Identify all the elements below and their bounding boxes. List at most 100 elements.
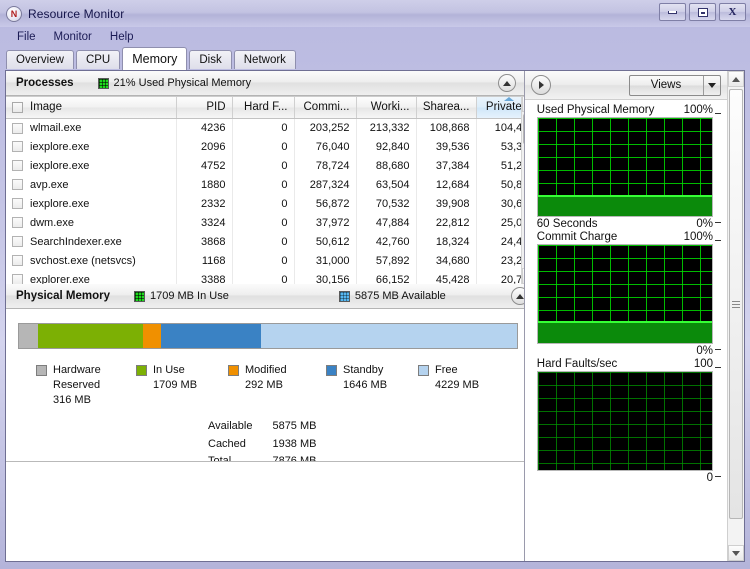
summary-label: Cached — [208, 437, 246, 450]
process-name: iexplore.exe — [30, 159, 90, 172]
physical-memory-collapse-button[interactable] — [511, 287, 524, 305]
memory-segment-in-use — [38, 324, 143, 348]
row-checkbox[interactable] — [12, 179, 23, 190]
panel-scroll-up-button[interactable] — [728, 71, 744, 87]
table-row[interactable]: avp.exe 18800287,32463,50412,68450,820 — [6, 175, 521, 194]
column-header-shareable[interactable]: Sharea... — [416, 97, 477, 119]
cell-private: 53,304 — [476, 137, 521, 156]
panel-scrollbar[interactable] — [727, 71, 744, 561]
cell-hard-faults: 0 — [232, 232, 295, 251]
minimize-button[interactable] — [659, 3, 686, 21]
panel-scroll-down-button[interactable] — [728, 545, 744, 561]
row-checkbox[interactable] — [12, 122, 23, 134]
available-label: 5875 MB Available — [354, 290, 446, 302]
menu-item-monitor[interactable]: Monitor — [45, 29, 101, 45]
cell-pid: 2332 — [176, 194, 233, 213]
tab-disk[interactable]: Disk — [189, 50, 232, 69]
row-checkbox[interactable] — [12, 160, 23, 171]
tab-overview[interactable]: Overview — [6, 50, 74, 69]
cell-commit: 203,252 — [294, 118, 357, 137]
process-name: avp.exe — [30, 178, 69, 191]
table-row[interactable]: iexplore.exe 2096076,04092,84039,53653,30… — [6, 137, 521, 156]
row-checkbox[interactable] — [12, 274, 23, 284]
row-checkbox[interactable] — [12, 255, 23, 266]
cell-image: wlmail.exe — [6, 118, 177, 137]
column-header-image[interactable]: Image — [6, 97, 177, 119]
column-header-commit[interactable]: Commi... — [294, 97, 357, 119]
processes-status: 21% Used Physical Memory — [97, 77, 251, 89]
window-controls: X — [659, 3, 746, 21]
cell-commit: 31,000 — [294, 251, 357, 270]
column-header-hard-faults[interactable]: Hard F... — [232, 97, 295, 119]
processes-collapse-button[interactable] — [497, 74, 516, 92]
expand-panel-button[interactable] — [530, 75, 551, 95]
processes-section-header[interactable]: Processes 21% Used Physical Memory — [6, 71, 524, 96]
cell-shareable: 18,324 — [416, 232, 477, 251]
views-dropdown-arrow[interactable] — [703, 75, 720, 95]
memory-segment-modified — [143, 324, 161, 348]
memory-detail-column: Processes 21% Used Physical Memory Image… — [6, 71, 525, 561]
legend-item: In Use 1709 MB — [136, 363, 228, 408]
menu-item-help[interactable]: Help — [101, 29, 143, 45]
cell-hard-faults: 0 — [232, 137, 295, 156]
cell-private: 30,624 — [476, 194, 521, 213]
tab-memory[interactable]: Memory — [122, 47, 188, 70]
row-checkbox[interactable] — [12, 141, 23, 152]
summary-row: Cached 1938 MB — [208, 437, 316, 453]
graph-axis-row: 0 — [537, 471, 721, 484]
cell-working: 88,680 — [356, 156, 417, 175]
table-row[interactable]: explorer.exe 3388030,15666,15245,42820,72… — [6, 270, 521, 284]
cell-image: iexplore.exe — [6, 156, 177, 175]
axis-tick — [715, 113, 721, 114]
process-name: wlmail.exe — [30, 121, 82, 134]
cell-pid: 3868 — [176, 232, 233, 251]
processes-table: Image PID Hard F... Commi... Worki... Sh… — [6, 97, 521, 284]
table-row[interactable]: iexplore.exe 2332056,87270,53239,90830,62… — [6, 194, 521, 213]
legend-label: Modified — [245, 364, 287, 376]
table-row[interactable]: SearchIndexer.exe 3868 0 50,612 42,760 18,324… — [6, 232, 521, 251]
processes-table-scroll: Image PID Hard F... Commi... Worki... Sh… — [6, 96, 521, 284]
table-row[interactable]: dwm.exe 3324037,97247,88422,81225,072 — [6, 213, 521, 232]
processes-title: Processes — [16, 77, 74, 89]
column-header-working-set[interactable]: Worki... — [356, 97, 417, 119]
row-checkbox[interactable] — [12, 198, 23, 209]
graph-max-label: 100% — [683, 231, 713, 243]
views-button[interactable]: Views — [629, 74, 721, 96]
cell-hard-faults: 0 — [232, 251, 295, 270]
title-bar: N Resource Monitor X — [0, 0, 750, 27]
table-row[interactable]: iexplore.exe 4752078,72488,68037,38451,29… — [6, 156, 521, 175]
panel-scrollbar-thumb[interactable] — [729, 89, 743, 519]
graph-min-label: 0 — [706, 472, 713, 484]
maximize-button[interactable] — [689, 3, 716, 21]
cell-commit: 30,156 — [294, 270, 357, 284]
graph-plot-area — [536, 244, 713, 344]
graph-list: Used Physical Memory 100% 60 Seconds 0% Comm… — [525, 100, 727, 561]
grip-icon — [732, 300, 740, 308]
table-row[interactable]: wlmail.exe 4236 0 203,252 213,332 108,868 104,… — [6, 118, 521, 137]
chevron-right-icon — [539, 81, 545, 89]
physical-memory-section-header[interactable]: Physical Memory 1709 MB In Use 5875 MB A… — [6, 284, 524, 309]
cell-pid: 3324 — [176, 213, 233, 232]
axis-tick — [715, 222, 721, 223]
cell-working: 213,332 — [356, 118, 417, 137]
table-row[interactable]: svchost.exe (netsvcs) 1168 0 31,000 57,892 34… — [6, 251, 521, 270]
legend-item: Modified 292 MB — [228, 363, 326, 408]
cell-shareable: 34,680 — [416, 251, 477, 270]
triangle-up-icon — [732, 76, 740, 82]
graph-min-label: 0% — [696, 218, 713, 230]
row-checkbox[interactable] — [12, 236, 23, 247]
column-header-pid[interactable]: PID — [176, 97, 233, 119]
legend-item: Standby 1646 MB — [326, 363, 418, 408]
cell-private: 50,820 — [476, 175, 521, 194]
legend-text: In Use 1709 MB — [153, 363, 197, 393]
tab-cpu[interactable]: CPU — [75, 50, 121, 69]
row-checkbox[interactable] — [12, 217, 23, 228]
graph-axis-row: 60 Seconds 0% — [537, 217, 721, 230]
close-button[interactable]: X — [719, 3, 746, 21]
tab-network[interactable]: Network — [233, 50, 296, 69]
column-header-private[interactable]: Private ... — [475, 97, 521, 119]
select-all-checkbox[interactable] — [12, 102, 23, 113]
cell-working: 63,504 — [356, 175, 417, 194]
restore-icon — [697, 7, 708, 17]
menu-item-file[interactable]: File — [8, 29, 45, 45]
